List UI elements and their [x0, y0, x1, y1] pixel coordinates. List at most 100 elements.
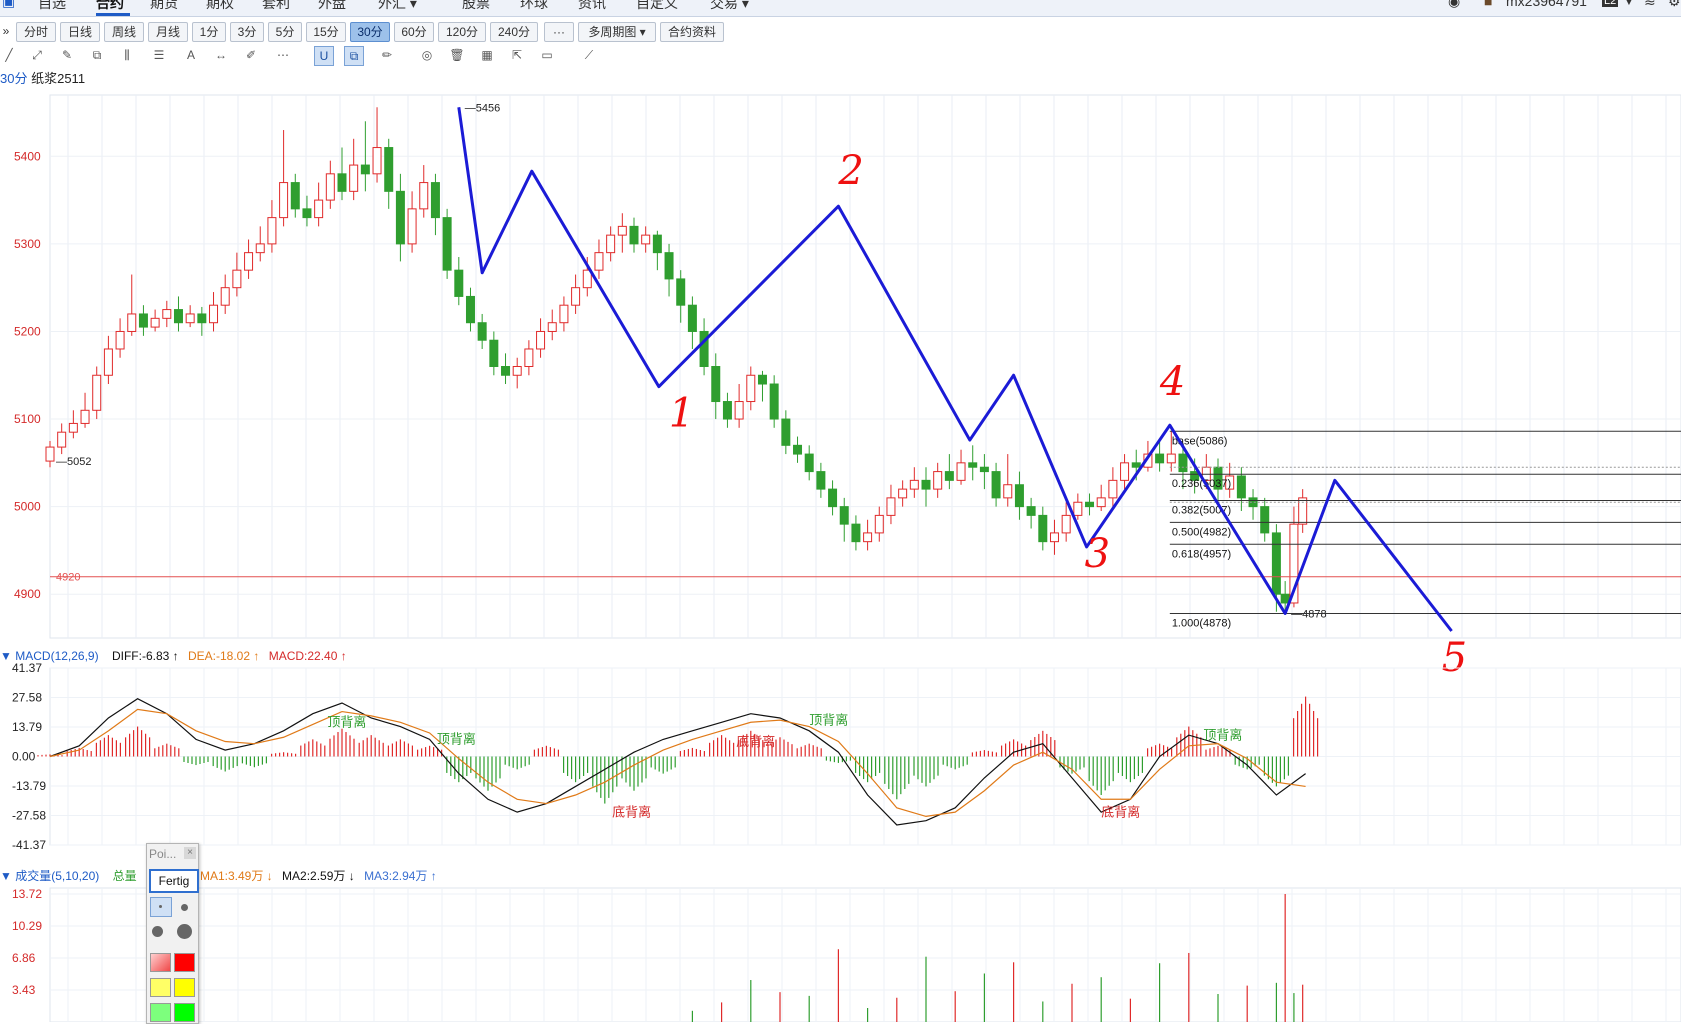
candle-body [115, 330, 125, 350]
candle-body [501, 366, 511, 376]
candle-body [1014, 484, 1024, 508]
price-ytick-label: 4900 [14, 587, 41, 601]
wave-label: 3 [1085, 531, 1110, 577]
point-tool-panel[interactable]: Poi... × Fertig [146, 843, 199, 1024]
candle-body [746, 374, 756, 403]
close-icon[interactable]: × [184, 847, 196, 859]
candle-body [828, 488, 838, 508]
price-marker-label: —5052 [56, 456, 91, 468]
wave-label: 5 [1442, 635, 1467, 681]
candle-body [781, 418, 791, 446]
candle-body [594, 252, 604, 271]
candle-body [1108, 479, 1118, 499]
candle-body [1026, 506, 1036, 516]
candle-body [898, 488, 908, 499]
macd-pane: 41.37 27.58 13.79 0.00 -13.79 -27.58 -41.37 顶背离… [12, 661, 1681, 852]
kline-chart[interactable]: 5400 5300 5200 5100 5000 4900 —5456 —5052 —4878… [0, 0, 1681, 1022]
candle-body [909, 479, 919, 490]
candle-body [816, 471, 826, 490]
swatch-light-red[interactable] [150, 953, 171, 972]
swatch-red[interactable] [174, 953, 195, 972]
candle-body [1155, 453, 1165, 464]
macd-ytick-label: -41.37 [12, 838, 46, 852]
price-ytick-label: 5100 [14, 412, 41, 426]
candle-body [757, 374, 767, 385]
candle-body [220, 287, 230, 306]
candle-body [1260, 506, 1270, 534]
swatch-light-yellow[interactable] [150, 978, 171, 997]
candle-body [956, 462, 966, 481]
macd-ytick-label: 27.58 [12, 691, 42, 705]
candle-body [489, 339, 499, 367]
wave-label: 2 [837, 148, 863, 194]
candle-body [547, 322, 557, 332]
fib-level-label: 1.000(4878) [1172, 617, 1231, 629]
candle-body [652, 234, 662, 254]
candle-body [232, 269, 242, 289]
candle-body [173, 309, 183, 324]
fib-level-label: 0.500(4982) [1172, 526, 1231, 538]
candle-body [1085, 501, 1095, 508]
candle-body [314, 199, 324, 219]
point-size-xlarge-dot[interactable] [177, 924, 192, 939]
candle-body [512, 366, 522, 376]
candle-body [337, 173, 347, 192]
done-button[interactable]: Fertig [149, 869, 199, 893]
candle-body [1073, 501, 1083, 516]
candle-body [465, 295, 475, 324]
candle-body [734, 401, 744, 420]
candle-body [1236, 475, 1246, 499]
candle-body [968, 462, 978, 468]
candle-body [103, 348, 113, 376]
elliott-wave-line [457, 107, 1453, 632]
price-ytick-label: 5300 [14, 237, 41, 251]
candle-body [641, 234, 651, 245]
candle-body [302, 208, 312, 219]
macd-ytick-label: 0.00 [12, 750, 36, 764]
candle-body [1096, 497, 1106, 508]
candle-body [991, 471, 1001, 499]
point-panel-title: Poi... [149, 847, 177, 861]
candle-body [863, 532, 873, 543]
candle-body [571, 287, 581, 306]
swatch-green[interactable] [174, 1003, 195, 1022]
candle-body [1003, 484, 1013, 499]
candle-body [536, 330, 546, 350]
candle-body [279, 182, 289, 219]
price-candles [45, 107, 1308, 614]
candle-body [442, 217, 452, 271]
candle-body [1038, 514, 1048, 543]
candle-body [617, 225, 627, 236]
divergence-label: 底背离 [736, 734, 775, 750]
candle-body [244, 252, 254, 271]
candle-body [197, 313, 207, 324]
wave-label: 4 [1159, 359, 1185, 405]
point-size-medium-dot[interactable] [181, 904, 188, 911]
candle-body [407, 208, 417, 245]
candle-body [1271, 532, 1281, 595]
candle-body [57, 431, 67, 448]
divergence-label: 顶背离 [437, 732, 476, 748]
candle-body [851, 523, 861, 543]
candle-body [185, 313, 195, 324]
candle-body [664, 252, 674, 280]
volume-ytick-label: 13.72 [12, 887, 42, 901]
price-marker-label: 4920 [56, 572, 80, 584]
divergence-label: 底背离 [612, 804, 651, 820]
candle-body [944, 471, 954, 481]
volume-ytick-label: 3.43 [12, 983, 36, 997]
swatch-yellow[interactable] [174, 978, 195, 997]
candle-body [1280, 593, 1290, 604]
candle-body [839, 506, 849, 525]
candle-body [559, 304, 569, 324]
candle-body [419, 182, 429, 210]
price-ytick-label: 5200 [14, 324, 41, 338]
candle-body [524, 348, 534, 367]
wave-label: 1 [669, 391, 694, 437]
divergence-label: 底背离 [1101, 804, 1140, 820]
candle-body [454, 269, 464, 297]
swatch-light-green[interactable] [150, 1003, 171, 1022]
fib-level-label: 0.618(4957) [1172, 548, 1231, 560]
candle-body [209, 304, 219, 324]
point-size-large-dot[interactable] [152, 926, 163, 937]
